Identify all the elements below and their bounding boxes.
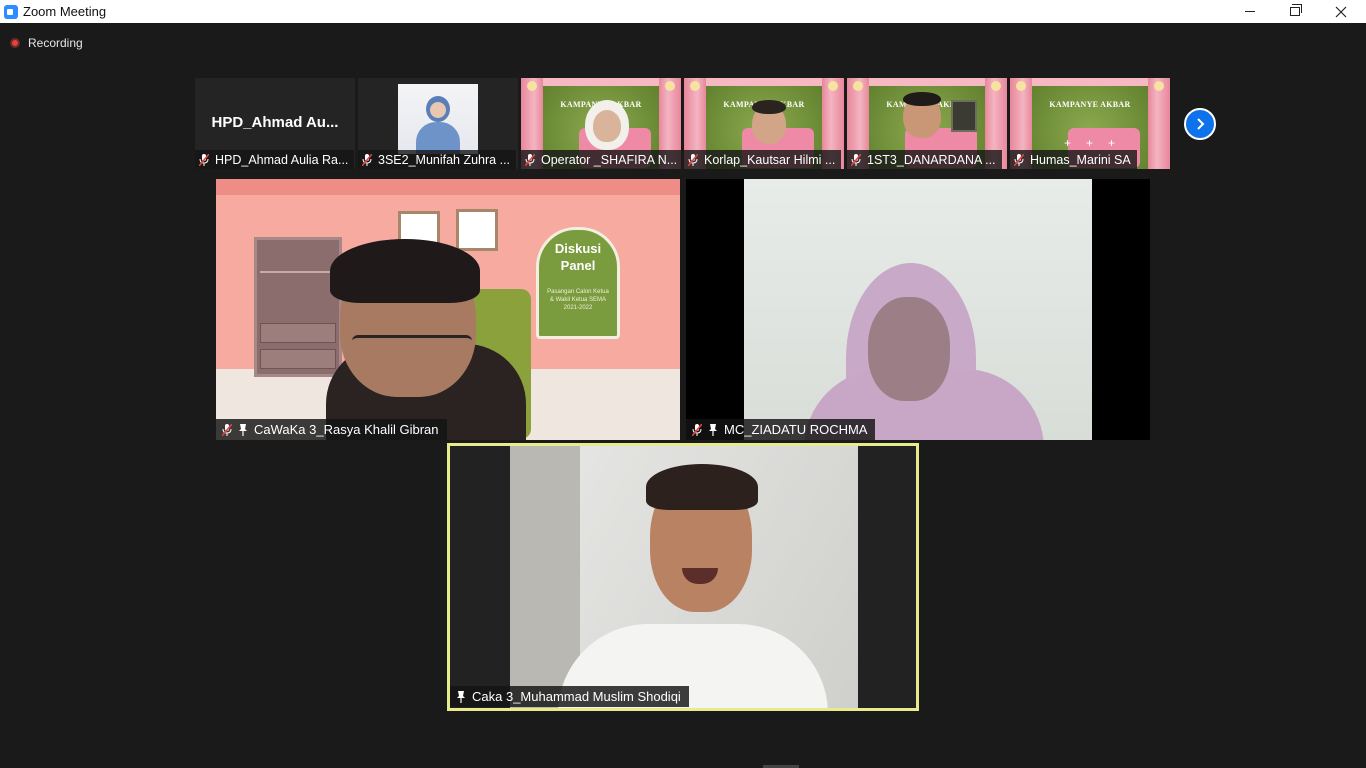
background-banner: KAMPANYE AKBAR xyxy=(1049,100,1131,109)
video-tile[interactable]: MC_ZIADATU ROCHMA xyxy=(686,179,1150,440)
close-icon[interactable] xyxy=(1318,0,1364,23)
participant-name-label: 1ST3_DANARDANA ... xyxy=(847,150,1002,169)
muted-mic-icon xyxy=(362,153,372,166)
participant-video xyxy=(951,100,977,132)
board-title: Diskusi Panel xyxy=(554,241,602,273)
diskusi-panel-board: Diskusi Panel Pasangan Calon Ketua & Wak… xyxy=(536,227,620,339)
participant-name-label: 3SE2_Munifah Zuhra ... xyxy=(358,150,517,169)
muted-mic-icon xyxy=(199,153,209,166)
participant-name: Korlap_Kautsar Hilmi ... xyxy=(704,152,836,167)
pin-icon xyxy=(457,690,465,703)
muted-mic-icon xyxy=(692,423,702,436)
participant-name-label: Korlap_Kautsar Hilmi ... xyxy=(684,150,842,169)
participant-video xyxy=(316,239,526,440)
participant-thumbnail[interactable]: KAMPANYE AKBAR + + + Humas_Marini SA xyxy=(1010,78,1170,169)
recording-indicator[interactable]: Recording xyxy=(10,33,83,53)
avatar-name-text: HPD_Ahmad Au... xyxy=(211,114,339,131)
participant-thumbnail[interactable]: 3SE2_Munifah Zuhra ... xyxy=(358,78,518,169)
muted-mic-icon xyxy=(851,153,861,166)
participant-name-label: Caka 3_Muhammad Muslim Shodiqi xyxy=(450,686,689,707)
participant-video xyxy=(510,446,858,708)
window-title: Zoom Meeting xyxy=(23,4,107,19)
muted-mic-icon xyxy=(525,153,535,166)
participant-name-label: Operator _SHAFIRA N... xyxy=(521,150,681,169)
recording-label: Recording xyxy=(28,36,83,50)
participant-name: Caka 3_Muhammad Muslim Shodiqi xyxy=(472,689,681,704)
video-tile[interactable]: Diskusi Panel Pasangan Calon Ketua & Wak… xyxy=(216,179,680,440)
participant-video xyxy=(398,84,478,154)
minimize-icon[interactable] xyxy=(1227,0,1273,23)
participant-name-label: Humas_Marini SA xyxy=(1010,150,1137,169)
participant-name: 3SE2_Munifah Zuhra ... xyxy=(378,152,511,167)
participant-name: Humas_Marini SA xyxy=(1030,152,1131,167)
muted-mic-icon xyxy=(688,153,698,166)
record-icon xyxy=(10,38,20,48)
participant-thumbnail[interactable]: KAMPANYE AKBAR Korlap_Kautsar Hilmi ... xyxy=(684,78,844,169)
participant-name: MC_ZIADATU ROCHMA xyxy=(724,422,868,437)
participant-video xyxy=(744,179,1092,440)
active-speaker-tile[interactable]: Caka 3_Muhammad Muslim Shodiqi xyxy=(447,443,919,711)
title-bar: Zoom Meeting xyxy=(0,0,1366,23)
pin-icon xyxy=(239,423,247,436)
participant-name-label: MC_ZIADATU ROCHMA xyxy=(686,419,876,440)
participant-thumbnail[interactable]: HPD_Ahmad Au... HPD_Ahmad Aulia Ra... xyxy=(195,78,355,169)
muted-mic-icon xyxy=(222,423,232,436)
participant-name: CaWaKa 3_Rasya Khalil Gibran xyxy=(254,422,439,437)
next-page-button[interactable] xyxy=(1184,108,1216,140)
muted-mic-icon xyxy=(1014,153,1024,166)
participant-thumbnail[interactable]: KAMPANYE AKBAR 1ST3_DANARDANA ... xyxy=(847,78,1007,169)
zoom-app-icon xyxy=(4,4,18,19)
participant-name-label: CaWaKa 3_Rasya Khalil Gibran xyxy=(216,419,447,440)
participant-name: HPD_Ahmad Aulia Ra... xyxy=(215,152,349,167)
chevron-right-icon xyxy=(1197,118,1205,130)
participant-name: Operator _SHAFIRA N... xyxy=(541,152,678,167)
board-subtitle: Pasangan Calon Ketua & Wakil Ketua SEMA … xyxy=(547,289,609,311)
restore-icon[interactable] xyxy=(1272,0,1318,23)
participant-thumbnail[interactable]: KAMPANYE AKBAR Operator _SHAFIRA N... xyxy=(521,78,681,169)
participant-name-label: HPD_Ahmad Aulia Ra... xyxy=(195,150,355,169)
pin-icon xyxy=(709,423,717,436)
participant-name: 1ST3_DANARDANA ... xyxy=(867,152,996,167)
